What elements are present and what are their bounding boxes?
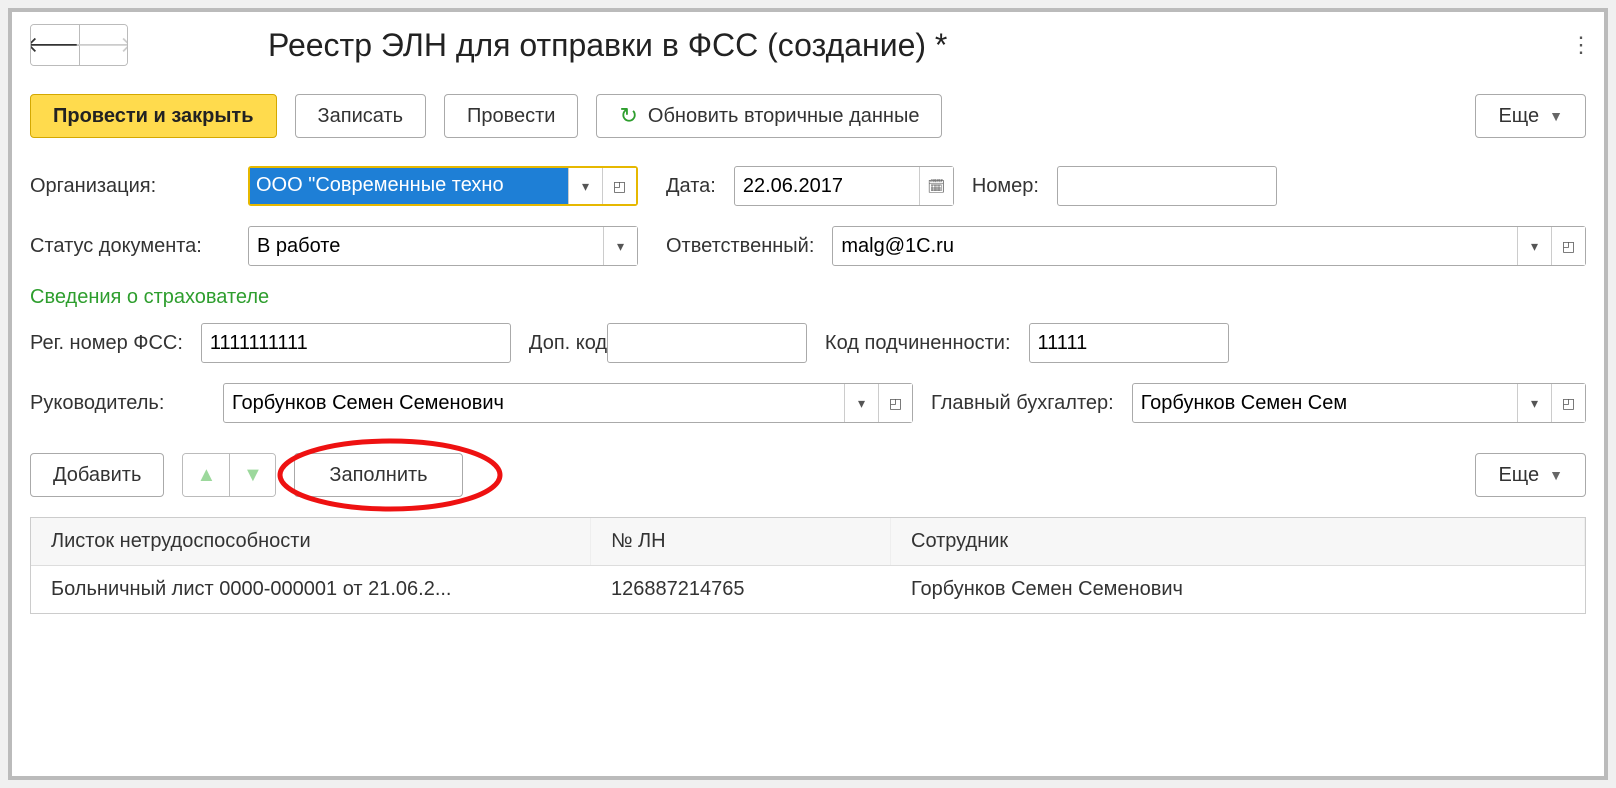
cell-employee: Горбунков Семен Семенович	[891, 566, 1585, 613]
chief-label: Главный бухгалтер:	[931, 392, 1114, 415]
reg-field[interactable]	[201, 323, 511, 363]
reg-label: Рег. номер ФСС:	[30, 332, 183, 355]
more-button[interactable]: Еще ▼	[1475, 94, 1586, 138]
col-number[interactable]: № ЛН	[591, 518, 891, 565]
add-button[interactable]: Добавить	[30, 453, 164, 497]
eln-table: Листок нетрудоспособности № ЛН Сотрудник…	[30, 517, 1586, 614]
refresh-label: Обновить вторичные данные	[648, 105, 920, 128]
addcode-label: Доп. код:	[529, 332, 589, 354]
head-open-button[interactable]: ◰	[878, 384, 912, 422]
row-reg-addcode-subcode: Рег. номер ФСС: Доп. код: Код подчиненно…	[30, 323, 1586, 363]
nav-buttons: 🡐 🡒	[30, 24, 128, 66]
col-employee[interactable]: Сотрудник	[891, 518, 1585, 565]
subcode-input[interactable]	[1030, 324, 1228, 362]
date-input[interactable]	[735, 167, 919, 205]
responsible-open-button[interactable]: ◰	[1551, 227, 1585, 265]
org-open-button[interactable]: ◰	[602, 168, 636, 204]
responsible-label: Ответственный:	[666, 235, 814, 258]
responsible-input[interactable]	[833, 227, 1517, 265]
chevron-down-icon: ▼	[1549, 108, 1563, 124]
chevron-down-icon: ▼	[1549, 467, 1563, 483]
cell-sheet: Больничный лист 0000-000001 от 21.06.2..…	[31, 566, 591, 613]
save-button[interactable]: Записать	[295, 94, 426, 138]
fill-highlight: Заполнить	[294, 453, 462, 497]
table-row[interactable]: Больничный лист 0000-000001 от 21.06.2..…	[31, 566, 1585, 613]
table-header: Листок нетрудоспособности № ЛН Сотрудник	[31, 518, 1585, 566]
more-label: Еще	[1498, 105, 1539, 128]
number-label: Номер:	[972, 175, 1039, 198]
status-dropdown-button[interactable]: ▾	[603, 227, 637, 265]
cell-number: 126887214765	[591, 566, 891, 613]
post-button[interactable]: Провести	[444, 94, 578, 138]
calendar-button[interactable]: 🗓	[919, 167, 953, 205]
fill-button[interactable]: Заполнить	[294, 453, 462, 497]
row-status-responsible: Статус документа: ▾ Ответственный: ▾ ◰	[30, 226, 1586, 266]
responsible-dropdown-button[interactable]: ▾	[1517, 227, 1551, 265]
back-button[interactable]: 🡐	[31, 25, 79, 65]
list-more-button[interactable]: Еще ▼	[1475, 453, 1586, 497]
addcode-field[interactable]	[607, 323, 807, 363]
head-field[interactable]: ▾ ◰	[223, 383, 913, 423]
row-head-chief: Руководитель: ▾ ◰ Главный бухгалтер: ▾ ◰	[30, 383, 1586, 423]
page-title: Реестр ЭЛН для отправки в ФСС (создание)…	[268, 27, 947, 64]
move-arrows: ▲ ▼	[182, 453, 276, 497]
subcode-label: Код подчиненности:	[825, 332, 1011, 355]
list-toolbar: Добавить ▲ ▼ Заполнить Еще ▼	[30, 453, 1586, 497]
status-input[interactable]	[249, 227, 603, 265]
chief-open-button[interactable]: ◰	[1551, 384, 1585, 422]
nav-row: 🡐 🡒 Реестр ЭЛН для отправки в ФСС (созда…	[30, 24, 1586, 66]
list-more-label: Еще	[1498, 464, 1539, 487]
head-input[interactable]	[224, 384, 844, 422]
window-menu-icon[interactable]: ⋮	[1570, 32, 1594, 58]
number-field[interactable]	[1057, 166, 1277, 206]
post-and-close-button[interactable]: Провести и закрыть	[30, 94, 277, 138]
responsible-field[interactable]: ▾ ◰	[832, 226, 1586, 266]
reg-input[interactable]	[202, 324, 510, 362]
move-up-button[interactable]: ▲	[183, 454, 229, 496]
insurer-section-title: Сведения о страхователе	[30, 286, 1586, 309]
move-down-button[interactable]: ▼	[229, 454, 275, 496]
date-label: Дата:	[666, 175, 716, 198]
form-window: 🡐 🡒 Реестр ЭЛН для отправки в ФСС (созда…	[8, 8, 1608, 780]
head-dropdown-button[interactable]: ▾	[844, 384, 878, 422]
row-org-date-number: Организация: ООО "Современные техно ▾ ◰ …	[30, 166, 1586, 206]
org-value: ООО "Современные техно	[250, 168, 568, 204]
org-dropdown-button[interactable]: ▾	[568, 168, 602, 204]
status-label: Статус документа:	[30, 235, 230, 258]
addcode-input[interactable]	[608, 324, 806, 362]
status-field[interactable]: ▾	[248, 226, 638, 266]
chief-input[interactable]	[1133, 384, 1517, 422]
chief-field[interactable]: ▾ ◰	[1132, 383, 1586, 423]
subcode-field[interactable]	[1029, 323, 1229, 363]
col-sheet[interactable]: Листок нетрудоспособности	[31, 518, 591, 565]
refresh-icon: ↻	[619, 103, 637, 129]
chief-dropdown-button[interactable]: ▾	[1517, 384, 1551, 422]
head-label: Руководитель:	[30, 392, 205, 415]
org-field[interactable]: ООО "Современные техно ▾ ◰	[248, 166, 638, 206]
date-field[interactable]: 🗓	[734, 166, 954, 206]
refresh-button[interactable]: ↻ Обновить вторичные данные	[596, 94, 942, 138]
org-label: Организация:	[30, 175, 230, 198]
main-toolbar: Провести и закрыть Записать Провести ↻ О…	[30, 94, 1586, 138]
number-input[interactable]	[1058, 167, 1276, 205]
forward-button[interactable]: 🡒	[79, 25, 127, 65]
